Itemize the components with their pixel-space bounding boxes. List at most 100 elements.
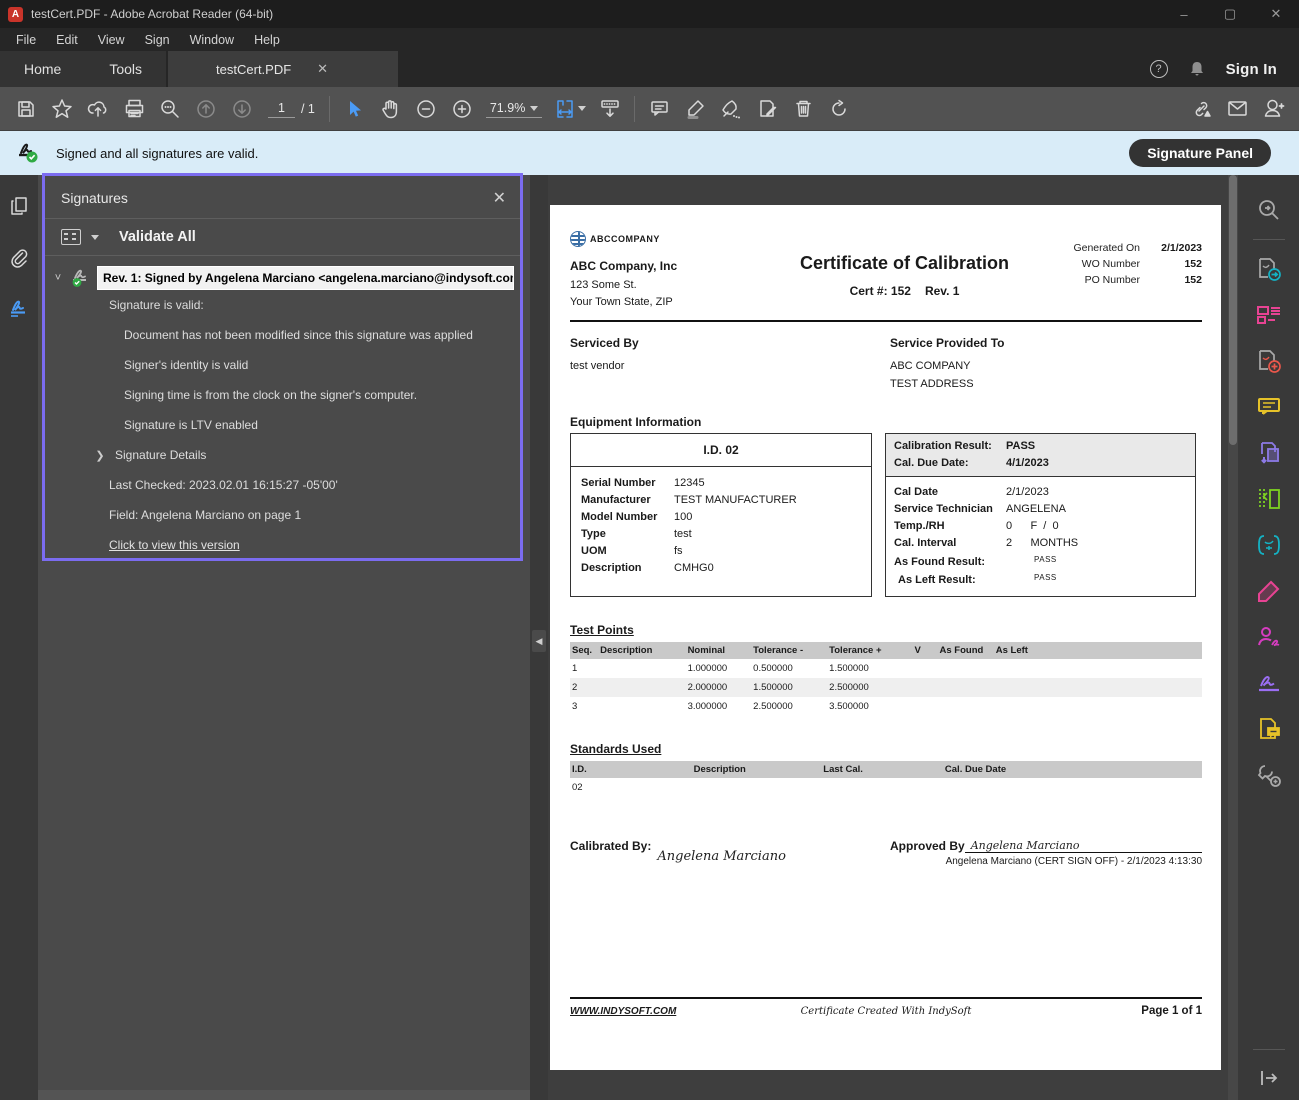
more-tools-icon[interactable] <box>1247 752 1291 798</box>
sign-in-button[interactable]: Sign In <box>1226 61 1277 78</box>
hand-tool-button[interactable] <box>372 93 408 125</box>
share-link-button[interactable] <box>1183 93 1219 125</box>
approved-by-label: Approved By <box>890 839 965 853</box>
tab-tools[interactable]: Tools <box>85 51 166 87</box>
next-page-button[interactable] <box>224 93 260 125</box>
signature-rev-label[interactable]: Rev. 1: Signed by Angelena Marciano <ang… <box>97 266 514 290</box>
profile-add-button[interactable] <box>1255 93 1291 125</box>
menu-file[interactable]: File <box>6 28 46 51</box>
meta-value: 2/1/2023 <box>1150 241 1202 257</box>
doc-comment-icon[interactable] <box>1247 706 1291 752</box>
delete-button[interactable] <box>785 93 821 125</box>
fill-sign-button[interactable] <box>713 93 749 125</box>
tab-close-icon[interactable]: ✕ <box>317 61 328 77</box>
zoom-in-button[interactable] <box>444 93 480 125</box>
approved-by-detail: Angelena Marciano (CERT SIGN OFF) - 2/1/… <box>890 856 1202 867</box>
signature-tree-item[interactable]: ˅ Rev. 1: Signed by Angelena Marciano <a… <box>51 266 514 290</box>
footer-page-number: Page 1 of 1 <box>982 1005 1202 1017</box>
panel-horizontal-scrollbar[interactable] <box>38 1090 530 1100</box>
create-pdf-icon[interactable] <box>1247 338 1291 384</box>
provided-to-title: Service Provided To <box>890 336 1005 350</box>
cal-value: 2/1/2023 <box>1006 484 1049 501</box>
close-button[interactable]: ✕ <box>1253 0 1299 28</box>
organize-pages-icon[interactable] <box>1247 476 1291 522</box>
tab-home[interactable]: Home <box>0 51 85 87</box>
cal-label: Cal Date <box>894 484 1006 501</box>
vertical-scrollbar[interactable] <box>1228 175 1238 1100</box>
email-button[interactable] <box>1219 93 1255 125</box>
star-favorites-button[interactable] <box>44 93 80 125</box>
page-number-input[interactable]: 1 <box>268 99 295 118</box>
main-toolbar: 1 / 1 71.9% <box>0 87 1299 131</box>
acrobat-logo-icon: A <box>8 7 23 22</box>
zoom-out-button[interactable] <box>408 93 444 125</box>
header-rule <box>570 320 1202 322</box>
meta-label: Generated On <box>1073 241 1140 257</box>
search-tools-icon[interactable] <box>1247 187 1291 233</box>
previous-page-button[interactable] <box>188 93 224 125</box>
signature-details-toggle[interactable]: ❯ Signature Details <box>51 440 514 470</box>
edit-pdf-icon[interactable] <box>1247 292 1291 338</box>
select-tool-button[interactable] <box>336 93 372 125</box>
export-pdf-icon[interactable] <box>1247 246 1291 292</box>
serviced-by-value: test vendor <box>570 358 890 376</box>
menu-window[interactable]: Window <box>180 28 244 51</box>
combine-files-icon[interactable] <box>1247 430 1291 476</box>
meta-value: 152 <box>1150 273 1202 289</box>
print-button[interactable] <box>116 93 152 125</box>
footer-website-link[interactable]: WWW.INDYSOFT.COM <box>570 1006 790 1017</box>
refresh-button[interactable] <box>821 93 857 125</box>
minimize-button[interactable]: – <box>1161 0 1207 28</box>
share-cloud-button[interactable] <box>80 93 116 125</box>
cert-number: Cert #: 152 <box>850 284 911 298</box>
equipment-id: I.D. 02 <box>703 443 738 457</box>
menu-sign[interactable]: Sign <box>135 28 180 51</box>
test-points-table: Seq. Description Nominal Tolerance - Tol… <box>570 642 1202 716</box>
compress-pdf-icon[interactable] <box>1247 522 1291 568</box>
fill-sign-tool-icon[interactable] <box>1247 568 1291 614</box>
provided-to-line2: TEST ADDRESS <box>890 376 1005 394</box>
reading-mode-button[interactable] <box>592 93 628 125</box>
signatures-rail-icon[interactable] <box>6 297 32 323</box>
save-button[interactable] <box>8 93 44 125</box>
maximize-button[interactable]: ▢ <box>1207 0 1253 28</box>
fit-width-dropdown[interactable] <box>548 93 592 125</box>
expand-panel-icon[interactable] <box>1247 1064 1291 1092</box>
signature-panel-button[interactable]: Signature Panel <box>1129 139 1271 167</box>
company-logo-text: ABCCOMPANY <box>590 234 660 244</box>
panel-close-icon[interactable]: ✕ <box>493 188 506 208</box>
view-version-link[interactable]: Click to view this version <box>109 538 240 552</box>
chevron-expand-icon[interactable]: ˅ <box>51 272 65 284</box>
panel-options-icon[interactable] <box>61 229 81 245</box>
cal-value: 2 MONTHS <box>1006 535 1078 552</box>
request-esign-icon[interactable] <box>1247 614 1291 660</box>
zoom-level-dropdown[interactable]: 71.9% <box>486 99 542 118</box>
tab-document[interactable]: testCert.PDF ✕ <box>168 51 398 87</box>
validate-all-button[interactable]: Validate All <box>119 229 196 245</box>
menu-edit[interactable]: Edit <box>46 28 88 51</box>
equip-value: 100 <box>674 509 692 526</box>
document-viewer[interactable]: ABCCOMPANY ABC Company, Inc 123 Some St.… <box>548 175 1228 1100</box>
table-header-row: I.D. Description Last Cal. Cal. Due Date <box>570 761 1202 778</box>
comment-button[interactable] <box>641 93 677 125</box>
test-points-title: Test Points <box>570 623 1202 637</box>
menu-help[interactable]: Help <box>244 28 290 51</box>
calibrated-by-signature: Angelena Marciano <box>657 849 786 867</box>
col-v: V <box>913 642 938 659</box>
chevron-down-icon[interactable] <box>91 235 99 240</box>
signature-detail-line: Signature is LTV enabled <box>51 410 514 440</box>
page-thumbnails-icon[interactable] <box>6 193 32 219</box>
help-icon[interactable]: ? <box>1150 60 1168 78</box>
collapse-panel-icon[interactable]: ◀ <box>532 630 546 652</box>
menu-view[interactable]: View <box>88 28 135 51</box>
certificates-icon[interactable] <box>1247 660 1291 706</box>
highlight-button[interactable] <box>677 93 713 125</box>
col-cal-due-date: Cal. Due Date <box>943 761 1202 778</box>
edit-page-button[interactable] <box>749 93 785 125</box>
attachments-icon[interactable] <box>6 245 32 271</box>
notifications-bell-icon[interactable] <box>1188 60 1206 78</box>
search-button[interactable] <box>152 93 188 125</box>
scrollbar-thumb[interactable] <box>1229 175 1237 445</box>
comment-tool-icon[interactable] <box>1247 384 1291 430</box>
equip-value: 12345 <box>674 475 705 492</box>
